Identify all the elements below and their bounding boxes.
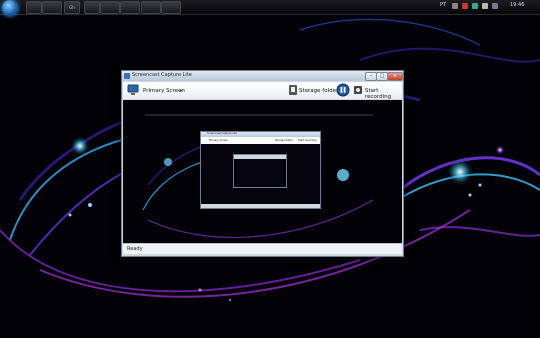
tray-flag-icon[interactable] — [452, 3, 458, 9]
nested-nested-window — [233, 154, 287, 188]
taskbar: Gh PT 19:46 — [0, 0, 540, 16]
close-button[interactable]: × — [387, 72, 403, 81]
source-dropdown[interactable]: Primary Screen — [143, 88, 185, 94]
taskbar-app-screencast[interactable] — [141, 1, 161, 14]
taskbar-app-media[interactable] — [42, 1, 62, 14]
window-titlebar[interactable]: Screencast Capture Lite – □ × — [122, 71, 403, 81]
tray-battery-icon[interactable] — [492, 3, 498, 9]
monitor-icon — [127, 84, 139, 95]
storage-folder-icon — [289, 85, 297, 95]
taskbar-app-explorer[interactable] — [26, 1, 42, 14]
nested-source-label: Primary Screen — [209, 139, 229, 142]
start-recording-button[interactable]: Start recording — [365, 88, 402, 100]
taskbar-app-gh[interactable]: Gh — [64, 1, 80, 14]
app-icon — [124, 73, 130, 79]
storage-folder-button[interactable]: Storage folder — [299, 88, 338, 94]
start-button[interactable] — [2, 0, 18, 16]
chevron-down-icon[interactable]: ▾ — [180, 88, 182, 93]
status-bar: Ready — [123, 243, 402, 254]
nested-window-title: Screencast Capture Lite — [207, 132, 237, 135]
nested-preview — [201, 144, 320, 204]
preview-area: Screencast Capture Lite Primary Screen S… — [123, 100, 402, 243]
nested-window: Screencast Capture Lite Primary Screen S… — [200, 131, 321, 209]
tray-network-icon[interactable] — [472, 3, 478, 9]
tray-security-icon[interactable] — [462, 3, 468, 9]
screencast-window: Screencast Capture Lite – □ × Primary Sc… — [121, 70, 404, 257]
status-text: Ready — [127, 246, 143, 252]
window-title: Screencast Capture Lite — [132, 72, 192, 78]
language-indicator[interactable]: PT — [440, 2, 446, 8]
tray-volume-icon[interactable] — [482, 3, 488, 9]
taskbar-app-7[interactable] — [161, 1, 181, 14]
toolbar: Primary Screen ▾ Storage folder Start re… — [123, 82, 402, 100]
clock[interactable]: 19:46 — [510, 2, 524, 8]
record-icon — [354, 86, 362, 94]
taskbar-app-5[interactable] — [120, 1, 140, 14]
nested-record-label: Start recording — [298, 139, 317, 142]
taskbar-app-3[interactable] — [84, 1, 100, 14]
nested-storage-label: Storage folder — [275, 139, 293, 142]
pause-icon[interactable] — [336, 83, 350, 97]
taskbar-app-4[interactable] — [100, 1, 120, 14]
